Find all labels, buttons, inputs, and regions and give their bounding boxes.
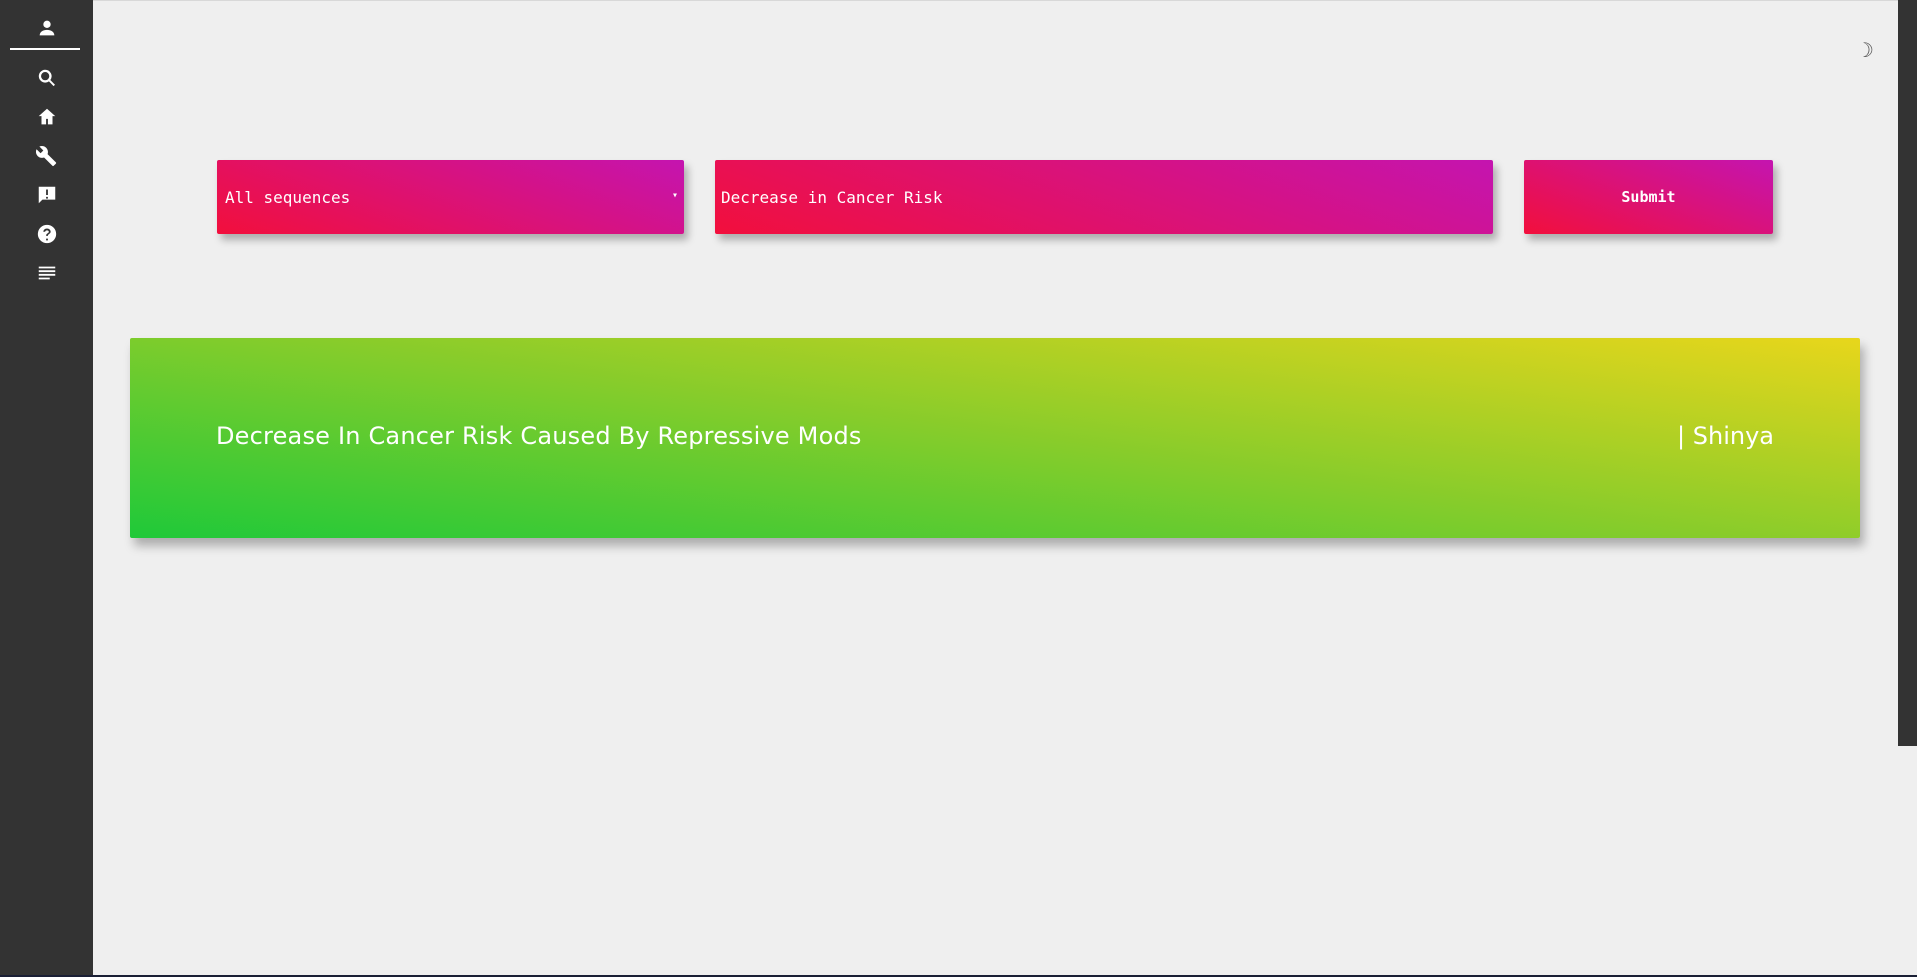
sidebar-divider (10, 48, 80, 50)
sidebar-item-help[interactable] (0, 219, 93, 249)
home-icon (38, 108, 55, 125)
scrollbar[interactable] (1898, 0, 1917, 746)
sidebar-item-tools[interactable] (0, 141, 93, 171)
wrench-icon (35, 146, 56, 167)
sidebar-item-feedback[interactable] (0, 180, 93, 210)
submit-button[interactable]: Submit (1524, 160, 1773, 234)
person-icon (39, 20, 54, 36)
sidebar (0, 0, 93, 977)
feedback-icon (38, 186, 55, 204)
sidebar-item-home[interactable] (0, 102, 93, 132)
search-input-container[interactable] (715, 160, 1493, 234)
result-title[interactable]: Decrease In Cancer Risk Caused By Repres… (216, 422, 862, 450)
result-author: | Shinya (1677, 422, 1774, 450)
chevron-down-icon: ▾ (671, 190, 678, 201)
profile-button[interactable] (0, 13, 93, 43)
result-card[interactable]: Decrease In Cancer Risk Caused By Repres… (130, 338, 1860, 538)
sidebar-item-notes[interactable] (0, 258, 93, 288)
notes-icon (38, 266, 55, 280)
category-select-value: All sequences (225, 187, 351, 207)
search-icon (38, 69, 55, 87)
help-icon (37, 224, 56, 244)
sidebar-item-search[interactable] (0, 63, 93, 93)
search-input[interactable] (719, 186, 1483, 208)
category-select[interactable]: All sequences ▾ (217, 160, 684, 234)
moon-icon[interactable]: ☽ (1853, 38, 1877, 62)
